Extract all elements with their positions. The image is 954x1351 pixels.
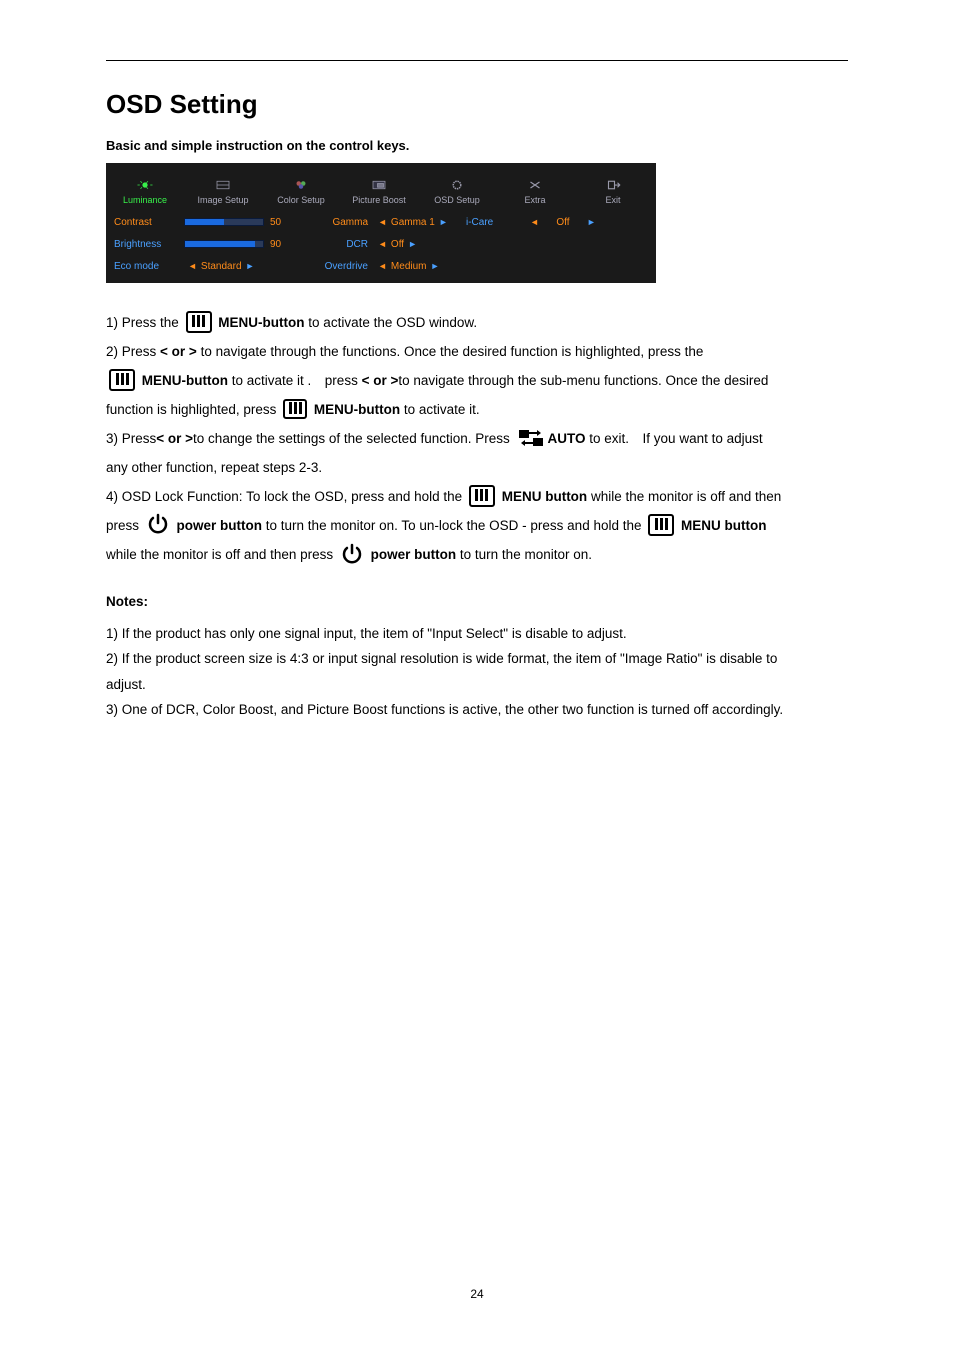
color-setup-icon — [292, 178, 310, 192]
osd-tab-picture-boost: Picture Boost — [340, 163, 418, 209]
menu-button-icon — [283, 399, 307, 419]
menu-button-label: MENU-button — [218, 315, 304, 330]
osd-tab-label: Picture Boost — [352, 195, 406, 205]
osd-tab-label: Image Setup — [197, 195, 248, 205]
notes-section: Notes: 1) If the product has only one si… — [106, 589, 848, 723]
osd-tab-label: Extra — [524, 195, 545, 205]
osd-value: 90 — [270, 239, 281, 250]
menu-button-icon — [648, 514, 674, 536]
step2d-prefix: function is highlighted, press — [106, 402, 280, 417]
page-title: OSD Setting — [106, 89, 848, 120]
menu-button-label: MENU-button — [314, 402, 400, 417]
auto-label: AUTO — [548, 431, 586, 446]
power-button-label: power button — [371, 547, 456, 562]
osd-tab-extra: Extra — [496, 163, 574, 209]
menu-button-label: MENU-button — [142, 373, 228, 388]
step4-prefix: 4) OSD Lock Function: To lock the OSD, p… — [106, 489, 466, 504]
osd-item-label: i-Care — [466, 215, 526, 229]
osd-item-label: Contrast — [114, 215, 184, 229]
osd-slider: 90 — [184, 237, 294, 251]
osd-value-row: ◄Off► — [374, 237, 466, 251]
less-or-greater-label: < or > — [362, 373, 399, 388]
notes-heading: Notes: — [106, 589, 848, 615]
power-button-label: power button — [177, 518, 262, 533]
extra-icon — [526, 178, 544, 192]
instruction-body: 1) Press the MENU-button to activate the… — [106, 309, 848, 569]
menu-button-icon — [469, 485, 495, 507]
step2d-suffix: to activate it. — [404, 402, 480, 417]
menu-button-label-nobreak: MENU button — [502, 489, 587, 504]
menu-button-label-nobreak: MENU button — [681, 518, 766, 533]
step1-prefix: 1) Press the — [106, 315, 183, 330]
step3-prefix: 3) Press — [106, 431, 156, 446]
osd-value-row: ◄Medium► — [374, 259, 466, 273]
osd-panel-screenshot: Luminance Image Setup Color Setup Pictur… — [106, 163, 656, 283]
osd-tab-label: Exit — [605, 195, 620, 205]
osd-item-label: DCR — [294, 237, 368, 251]
subheading: Basic and simple instruction on the cont… — [106, 138, 848, 153]
step4c-prefix: press — [106, 518, 143, 533]
step2c-text2: to navigate through the sub-menu functio… — [398, 373, 768, 388]
power-button-icon — [145, 511, 171, 537]
gear-icon — [448, 178, 466, 192]
osd-eco-value: ◄Standard► — [184, 259, 294, 273]
power-button-icon — [339, 541, 365, 567]
menu-button-icon — [186, 311, 212, 333]
osd-tab-label: OSD Setup — [434, 195, 480, 205]
picture-boost-icon — [370, 178, 388, 192]
page-number: 24 — [0, 1287, 954, 1301]
step3-mid: to change the settings of the selected f… — [193, 431, 513, 446]
image-setup-icon — [214, 178, 232, 192]
auto-button-icon — [516, 427, 546, 449]
step2c-text: to activate it . press — [232, 373, 358, 388]
note-item: 1) If the product has only one signal in… — [106, 621, 848, 647]
step4d-prefix: while the monitor is off and then press — [106, 547, 337, 562]
step3-suffix: to exit. If you want to adjust — [589, 431, 762, 446]
osd-tab-label: Luminance — [123, 195, 167, 205]
sun-icon — [136, 178, 154, 192]
page-top-rule — [106, 60, 848, 61]
osd-tab-image-setup: Image Setup — [184, 163, 262, 209]
osd-value-row: ◄Gamma 1► — [374, 215, 466, 229]
note-item: 2) If the product screen size is 4:3 or … — [106, 646, 848, 672]
osd-tab-osd-setup: OSD Setup — [418, 163, 496, 209]
step2-suffix: to navigate through the functions. Once … — [201, 344, 704, 359]
step4c-mid: to turn the monitor on. To un-lock the O… — [266, 518, 645, 533]
note-item: 3) One of DCR, Color Boost, and Picture … — [106, 697, 848, 723]
osd-tab-exit: Exit — [574, 163, 652, 209]
osd-item-label: Gamma — [294, 215, 368, 229]
osd-tab-label: Color Setup — [277, 195, 325, 205]
less-or-greater-label: < or > — [160, 344, 197, 359]
osd-item-label: Overdrive — [294, 259, 368, 273]
step3-cont: any other function, repeat steps 2-3. — [106, 454, 848, 481]
step4d-suffix: to turn the monitor on. — [460, 547, 592, 562]
less-or-greater-label: < or > — [156, 431, 193, 446]
osd-item-label: Eco mode — [114, 259, 184, 273]
menu-button-icon — [109, 369, 135, 391]
osd-item-label: Brightness — [114, 237, 184, 251]
step1-suffix: to activate the OSD window. — [308, 315, 477, 330]
note-item: adjust. — [106, 672, 848, 698]
step2-prefix: 2) Press — [106, 344, 160, 359]
osd-tab-luminance: Luminance — [106, 163, 184, 209]
osd-slider: 50 — [184, 215, 294, 229]
exit-icon — [604, 178, 622, 192]
osd-value: 50 — [270, 217, 281, 228]
osd-value-row: ◄Off► — [526, 215, 636, 229]
step4-suffix: while the monitor is off and then — [591, 489, 781, 504]
osd-tab-color-setup: Color Setup — [262, 163, 340, 209]
